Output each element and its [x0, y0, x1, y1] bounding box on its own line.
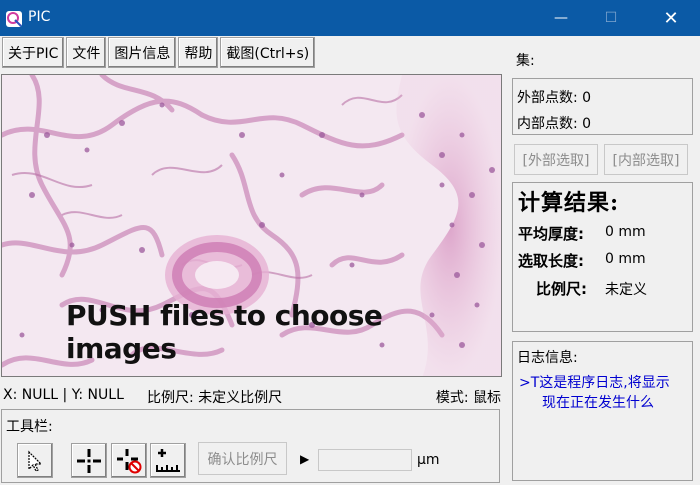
crosshair-cancel-icon: [117, 448, 142, 473]
menu-file[interactable]: 文件: [66, 37, 107, 68]
minimize-button[interactable]: —: [538, 0, 584, 36]
log-line: 现在正在发生什么: [542, 395, 654, 411]
confirm-scale-button[interactable]: 确认比例尺: [198, 442, 287, 475]
play-arrow-icon: ▶: [300, 452, 310, 466]
avg-thickness-label: 平均厚度:: [518, 225, 584, 243]
inner-points-value: 0: [582, 116, 592, 132]
status-bar: X: NULL | Y: NULL 比例尺: 未定义比例尺 模式: 鼠标: [3, 387, 501, 407]
ruler-icon: [156, 448, 180, 472]
window-title: PIC: [28, 9, 51, 25]
result-scale-label: 比例尺:: [536, 280, 587, 298]
set-label: 集:: [516, 53, 535, 69]
inner-select-button[interactable]: [内部选取]: [604, 144, 688, 175]
maximize-button[interactable]: ☐: [588, 0, 634, 36]
pointer-icon: [28, 450, 43, 472]
menu-help[interactable]: 帮助: [178, 37, 219, 68]
log-line: >T这是程序日志,将显示: [519, 375, 670, 391]
choose-image-prompt: PUSH files to choose images: [66, 299, 383, 365]
outer-points-row: 外部点数: 0: [517, 87, 591, 107]
ruler-tool-button[interactable]: [150, 443, 186, 478]
app-logo-icon: [6, 11, 22, 27]
menu-bar: 关于PIC 文件 图片信息 帮助 截图(Ctrl+s): [0, 37, 316, 69]
inner-points-label: 内部点数:: [517, 116, 578, 132]
avg-thickness-value: 0 mm: [605, 224, 646, 240]
selection-length-label: 选取长度:: [518, 252, 584, 270]
pointer-tool-button[interactable]: [17, 443, 53, 478]
crosshair-icon: [77, 448, 101, 473]
outer-select-button[interactable]: [外部选取]: [514, 144, 598, 175]
status-mode-value: 鼠标: [473, 390, 501, 406]
menu-image-info[interactable]: 图片信息: [108, 37, 177, 68]
result-scale-value: 未定义: [605, 282, 647, 298]
cursor-coordinates: X: NULL | Y: NULL: [3, 387, 124, 403]
result-title: 计算结果:: [518, 190, 620, 216]
crosshair-tool-button[interactable]: [71, 443, 107, 478]
log-group: 日志信息: >T这是程序日志,将显示 现在正在发生什么: [512, 341, 693, 481]
outer-points-label: 外部点数:: [517, 90, 578, 106]
menu-screenshot[interactable]: 截图(Ctrl+s): [220, 37, 316, 68]
points-count-group: 外部点数: 0 内部点数: 0: [512, 78, 693, 135]
log-output: >T这是程序日志,将显示 现在正在发生什么: [519, 373, 691, 413]
log-title: 日志信息:: [517, 350, 578, 366]
toolbar-label: 工具栏:: [6, 419, 53, 435]
inner-points-row: 内部点数: 0: [517, 113, 591, 133]
status-mode-label: 模式:: [435, 390, 469, 406]
title-bar: PIC — ☐ ✕: [0, 0, 700, 36]
image-canvas[interactable]: PUSH files to choose images: [1, 74, 502, 377]
close-button[interactable]: ✕: [648, 0, 694, 36]
crosshair-cancel-tool-button[interactable]: [111, 443, 147, 478]
status-mode: 模式: 鼠标: [436, 387, 501, 407]
selection-length-value: 0 mm: [605, 251, 646, 267]
status-scale: 比例尺: 未定义比例尺: [147, 387, 282, 407]
menu-about[interactable]: 关于PIC: [2, 37, 65, 68]
scale-length-input[interactable]: [318, 449, 412, 471]
status-scale-label: 比例尺:: [147, 390, 194, 406]
toolbar-group: 工具栏: 确认比例尺 ▶ μm: [1, 409, 500, 483]
status-scale-value: 未定义比例尺: [198, 390, 283, 406]
outer-points-value: 0: [582, 90, 592, 106]
result-group: 计算结果: 平均厚度: 0 mm 选取长度: 0 mm 比例尺: 未定义: [512, 182, 693, 332]
unit-label: μm: [417, 452, 440, 468]
